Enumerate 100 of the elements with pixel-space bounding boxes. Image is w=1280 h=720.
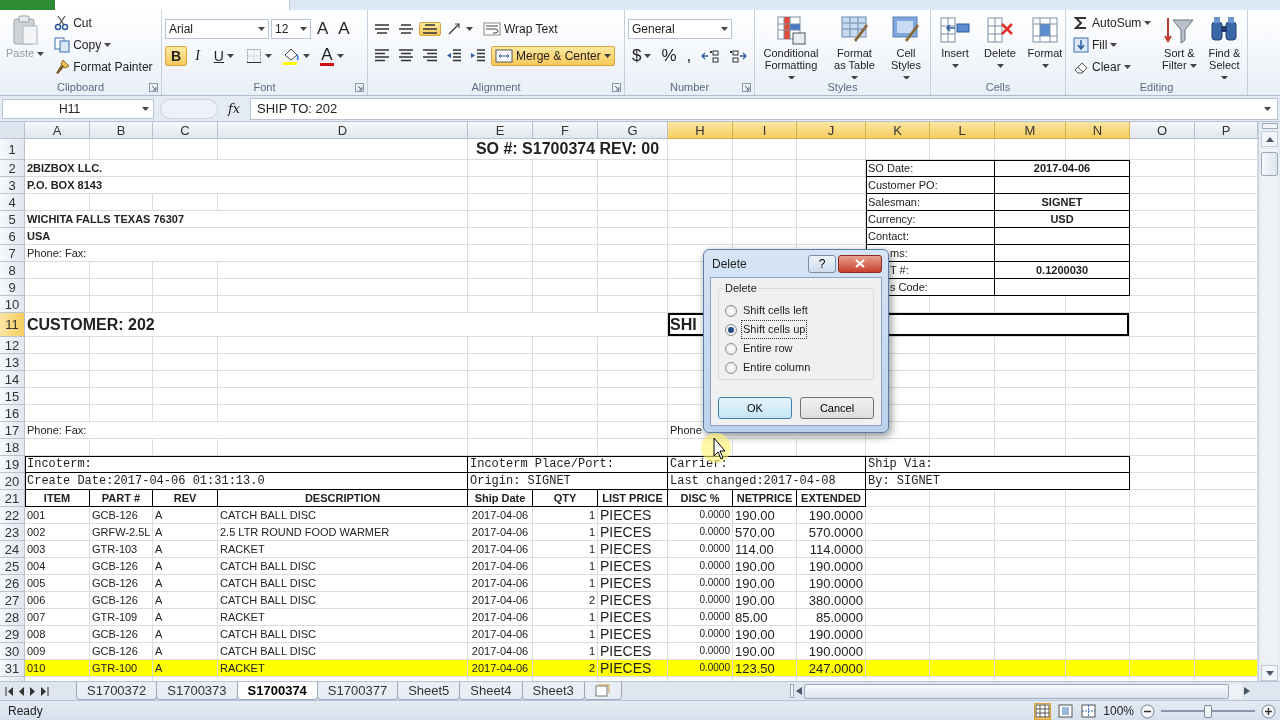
row-header[interactable]: 13 [0,354,25,371]
dialog-launcher-icon[interactable] [742,82,751,92]
sheet-tab[interactable]: S1700377 [316,682,399,700]
toggle-button[interactable] [419,21,441,36]
last-sheet-icon[interactable] [40,686,49,696]
row-header[interactable]: 7 [0,245,25,262]
row-header[interactable]: 8 [0,262,25,279]
dialog-launcher-icon[interactable] [149,82,158,92]
toggle-button[interactable]: U [207,45,240,66]
ribbon-button[interactable]: A [313,18,333,39]
sheet-tab[interactable]: Sheet4 [459,682,523,700]
scrollbar-track[interactable] [1261,149,1278,663]
column-header[interactable]: L [930,122,995,139]
scrollbar-thumb[interactable] [1261,152,1278,176]
row-header[interactable]: 11 [0,313,25,337]
sheet-tab[interactable]: S1700373 [156,682,238,700]
column-header[interactable]: O [1130,122,1195,139]
row-header[interactable]: 16 [0,405,25,422]
help-button[interactable]: ? [808,254,836,273]
column-header[interactable]: J [797,122,866,139]
option-label[interactable]: Entire column [741,358,813,377]
dialog-button[interactable]: OK [718,397,792,419]
column-header[interactable]: F [533,122,598,139]
sheet-tab[interactable]: Sheet5 [397,682,461,700]
ribbon-button[interactable]: Cut [50,12,96,33]
previous-sheet-icon[interactable] [18,686,25,696]
row-header[interactable]: 31 [0,660,25,677]
next-sheet-icon[interactable] [29,686,36,696]
ribbon-button[interactable]: A [334,18,354,39]
formula-field[interactable]: SHIP TO: 202 [250,97,1278,120]
dropdown-field[interactable]: Arial [165,18,269,39]
radio-button[interactable] [725,342,737,355]
row-header[interactable]: 22 [0,507,25,524]
scroll-right-icon[interactable] [1244,687,1250,695]
row-header[interactable]: 12 [0,337,25,354]
row-header[interactable]: 30 [0,643,25,660]
column-header[interactable]: D [218,122,468,139]
column-header[interactable]: I [733,122,797,139]
ribbon-button[interactable]: Wrap Text [479,18,562,39]
column-header[interactable]: P [1195,122,1258,139]
row-header[interactable]: 6 [0,228,25,245]
column-header[interactable]: K [866,122,930,139]
ribbon-button[interactable]: $ [628,45,656,66]
row-header[interactable]: 4 [0,194,25,211]
dropdown-field[interactable]: 12 [271,18,311,39]
ribbon-button[interactable]: Delete [979,12,1021,74]
row-header[interactable]: 9 [0,279,25,296]
row-header[interactable]: 21 [0,490,25,507]
row-header[interactable]: 5 [0,211,25,228]
insert-function-button[interactable]: fx [224,98,244,119]
column-header[interactable]: G [598,122,668,139]
dropdown-field[interactable]: General [628,18,732,39]
view-button[interactable] [1080,702,1098,720]
column-header[interactable]: M [995,122,1066,139]
close-button[interactable] [838,254,882,273]
row-header[interactable]: 17 [0,422,25,439]
name-box[interactable]: H11 [2,98,154,119]
split-handle-icon[interactable] [790,684,794,698]
column-header[interactable]: C [153,122,218,139]
scroll-up-button[interactable] [1261,131,1278,147]
row-header[interactable]: 25 [0,558,25,575]
sheet-tab[interactable]: S1700374 [236,682,318,700]
row-header[interactable]: 23 [0,524,25,541]
row-header[interactable]: 15 [0,388,25,405]
sheet-tab[interactable]: S1700372 [76,682,158,700]
ribbon-button[interactable]: Cell Styles [885,12,927,79]
ribbon-button[interactable]: Clear [1069,56,1135,77]
scroll-down-button[interactable] [1261,665,1278,681]
column-header[interactable]: E [468,122,533,139]
zoom-in-icon[interactable] [1261,703,1276,719]
row-header[interactable]: 2 [0,160,25,177]
column-header[interactable]: H [668,122,733,139]
option-label[interactable]: Entire row [741,339,795,358]
row-header[interactable]: 19 [0,456,25,473]
row-header[interactable]: 27 [0,592,25,609]
ribbon-button[interactable]: Insert [934,12,976,74]
row-header[interactable]: 3 [0,177,25,194]
radio-button[interactable] [725,361,737,374]
ribbon-button[interactable]: Copy [50,34,116,55]
view-button[interactable] [1034,702,1052,720]
dialog-launcher-icon[interactable] [355,82,364,92]
row-header[interactable]: 14 [0,371,25,388]
dialog-button[interactable]: Cancel [800,397,874,419]
ribbon-button[interactable]: , [682,45,696,66]
ribbon-button[interactable]: Fill [1069,34,1122,55]
ribbon-button[interactable]: Format Painter [50,56,157,77]
option-label[interactable]: Shift cells left [741,301,810,320]
sheet-tab[interactable]: Sheet3 [521,682,585,700]
zoom-level[interactable]: 100% [1103,702,1134,720]
ribbon-button[interactable]: Sort & Filter [1158,12,1201,74]
ribbon-button[interactable]: % [657,45,681,66]
ribbon-button[interactable]: A [315,43,348,68]
dialog-launcher-icon[interactable] [612,82,621,92]
ribbon-button[interactable]: Conditional Formatting [758,12,824,79]
row-header[interactable]: 1 [0,139,25,160]
row-header[interactable]: 26 [0,575,25,592]
column-header[interactable]: A [25,122,90,139]
option-label[interactable]: Shift cells up [741,320,808,339]
view-button[interactable] [1057,702,1075,720]
column-header[interactable]: N [1066,122,1130,139]
